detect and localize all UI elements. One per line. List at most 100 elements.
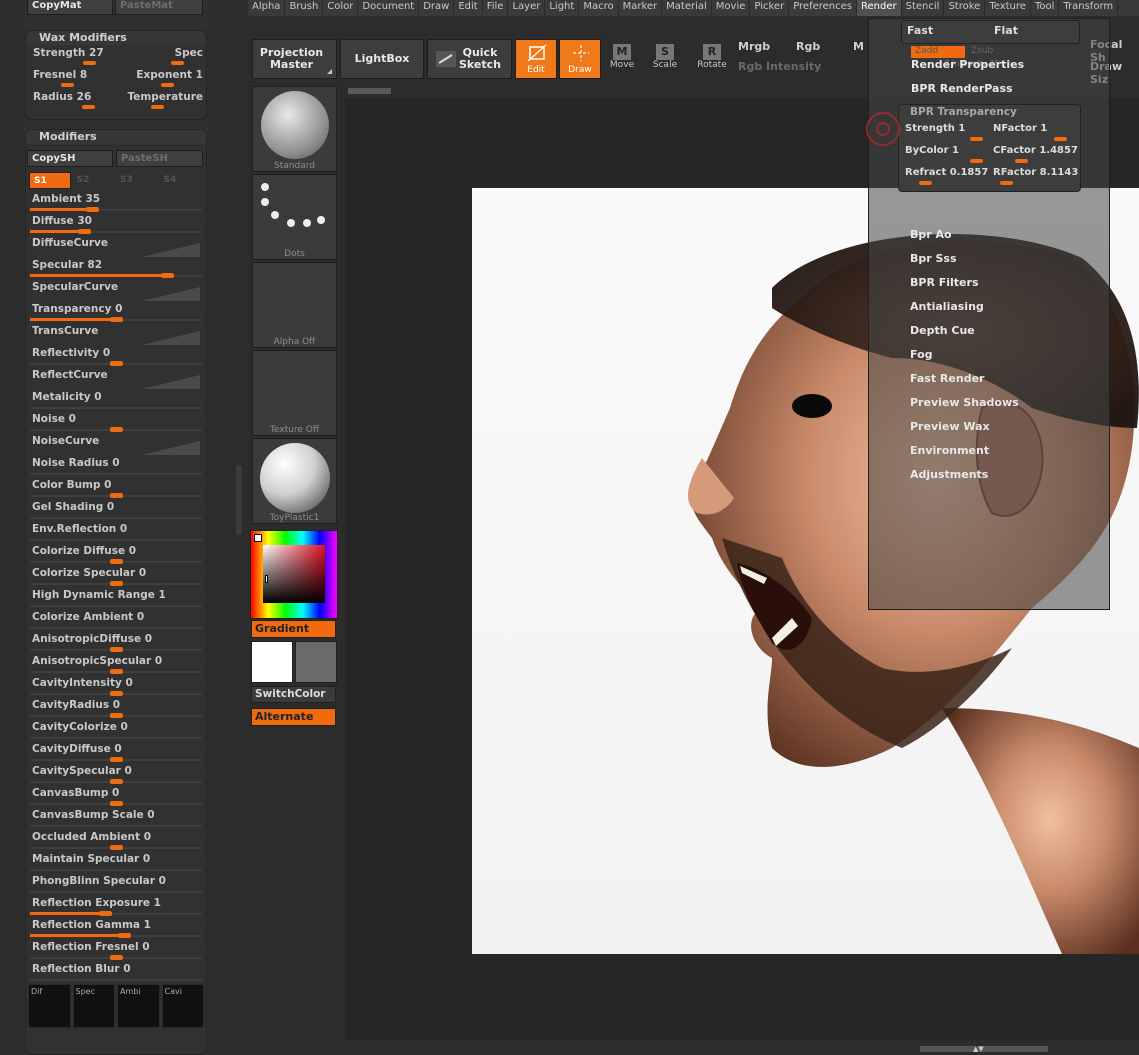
menu-edit[interactable]: Edit xyxy=(454,0,483,16)
render-item-preview-shadows[interactable]: Preview Shadows xyxy=(910,396,1019,409)
fast-button[interactable]: Fast xyxy=(907,24,933,37)
color-square[interactable] xyxy=(263,545,325,603)
modifier-slider[interactable]: CanvasBump 0 xyxy=(30,786,202,808)
slot-s1[interactable]: S1 xyxy=(29,172,71,189)
slider-knob[interactable] xyxy=(110,713,123,718)
menu-render[interactable]: Render xyxy=(857,0,902,16)
quick-sketch-button[interactable]: Quick Sketch xyxy=(427,39,512,79)
render-item-bpr-ao[interactable]: Bpr Ao xyxy=(910,228,952,241)
slot-s3[interactable]: S3 xyxy=(116,172,158,189)
modifier-slider[interactable]: Reflection Blur 0 xyxy=(30,962,202,984)
modifier-slider[interactable]: CanvasBump Scale 0 xyxy=(30,808,202,830)
wax-slider[interactable]: Strength 27 Spec xyxy=(31,45,203,67)
slider-knob[interactable] xyxy=(969,159,983,163)
menu-layer[interactable]: Layer xyxy=(508,0,546,16)
stroke-thumbnail[interactable]: Dots xyxy=(252,174,337,260)
menu-movie[interactable]: Movie xyxy=(712,0,751,16)
modifier-slider[interactable]: Noise 0 xyxy=(30,412,202,434)
bpr-slider[interactable]: Strength 1 xyxy=(905,123,993,143)
bpr-slider[interactable]: Refract 0.1857 xyxy=(905,167,993,187)
rgb-intensity-slider[interactable]: Rgb Intensity xyxy=(738,60,821,73)
slot-s4[interactable]: S4 xyxy=(160,172,202,189)
zsub-button[interactable]: Zsub xyxy=(971,46,993,56)
modifier-slider[interactable]: Reflection Gamma 1 xyxy=(30,918,202,940)
modifier-slider[interactable]: Colorize Ambient 0 xyxy=(30,610,202,632)
bpr-slider[interactable]: NFactor 1 xyxy=(993,123,1081,143)
color-picker[interactable] xyxy=(250,530,338,619)
render-item-bpr-sss[interactable]: Bpr Sss xyxy=(910,252,957,265)
modifier-slider[interactable]: Reflection Exposure 1 xyxy=(30,896,202,918)
modifier-slider[interactable]: Occluded Ambient 0 xyxy=(30,830,202,852)
menu-light[interactable]: Light xyxy=(545,0,580,16)
brush-thumbnail[interactable]: Standard xyxy=(252,86,337,172)
slider-track[interactable] xyxy=(30,737,202,739)
edit-button[interactable]: Edit xyxy=(515,39,557,79)
scale-button[interactable]: S Scale xyxy=(645,44,685,80)
secondary-color-swatch[interactable] xyxy=(295,641,337,683)
modifier-slider[interactable]: CavityIntensity 0 xyxy=(30,676,202,698)
modifier-slider[interactable]: High Dynamic Range 1 xyxy=(30,588,202,610)
render-item-bpr-shadow[interactable]: BPR Shadow xyxy=(910,204,988,217)
slider-knob[interactable] xyxy=(171,61,184,65)
copymat-button[interactable]: CopyMat xyxy=(27,0,113,15)
lightbox-button[interactable]: LightBox xyxy=(340,39,424,79)
render-item-bpr-filters[interactable]: BPR Filters xyxy=(910,276,979,289)
move-button[interactable]: M Move xyxy=(602,44,642,80)
slider-track[interactable] xyxy=(30,627,202,629)
menu-transform[interactable]: Transform xyxy=(1059,0,1119,16)
curve-icon[interactable] xyxy=(142,441,200,455)
gradient-button[interactable]: Gradient xyxy=(251,620,336,638)
modifier-slider[interactable]: Specular 82 xyxy=(30,258,202,280)
menu-color[interactable]: Color xyxy=(323,0,359,16)
bpr-transparency-header[interactable]: BPR Transparency xyxy=(910,106,1017,118)
pastesh-button[interactable]: PasteSH xyxy=(116,150,203,167)
slider-knob[interactable] xyxy=(1054,137,1068,141)
modifier-slider[interactable]: SpecularCurve xyxy=(30,280,202,302)
modifier-slider[interactable]: AnisotropicSpecular 0 xyxy=(30,654,202,676)
menu-document[interactable]: Document xyxy=(358,0,420,16)
slider-knob[interactable] xyxy=(969,137,983,141)
modifier-slider[interactable]: Color Bump 0 xyxy=(30,478,202,500)
alpha-thumbnail[interactable]: Alpha Off xyxy=(252,262,337,348)
slider-knob[interactable] xyxy=(110,779,123,784)
slider-track[interactable] xyxy=(30,517,202,519)
modifier-slider[interactable]: Gel Shading 0 xyxy=(30,500,202,522)
menu-picker[interactable]: Picker xyxy=(750,0,790,16)
menu-stencil[interactable]: Stencil xyxy=(902,0,945,16)
rgb-button[interactable]: Rgb xyxy=(796,40,820,53)
slider-knob[interactable] xyxy=(86,207,99,212)
slider-knob[interactable] xyxy=(110,361,123,366)
render-properties-item[interactable]: Render Properties xyxy=(911,58,1024,71)
slider-knob[interactable] xyxy=(118,933,131,938)
menu-preferences[interactable]: Preferences xyxy=(789,0,858,16)
m-button[interactable]: M xyxy=(853,40,864,53)
slider-knob[interactable] xyxy=(161,273,175,278)
slider-track[interactable] xyxy=(30,539,202,541)
tray-handle[interactable] xyxy=(236,465,242,535)
menu-alpha[interactable]: Alpha xyxy=(248,0,286,16)
modifier-slider[interactable]: PhongBlinn Specular 0 xyxy=(30,874,202,896)
slider-knob[interactable] xyxy=(78,229,91,234)
modifier-slider[interactable]: NoiseCurve xyxy=(30,434,202,456)
slider-knob[interactable] xyxy=(1000,181,1014,185)
modifier-slider[interactable]: Ambient 35 xyxy=(30,192,202,214)
slider-knob[interactable] xyxy=(110,647,123,652)
menu-macro[interactable]: Macro xyxy=(579,0,619,16)
curve-icon[interactable] xyxy=(142,331,200,345)
modifier-slider[interactable]: Metalicity 0 xyxy=(30,390,202,412)
modifier-slider[interactable]: Colorize Diffuse 0 xyxy=(30,544,202,566)
modifier-slider[interactable]: CavityRadius 0 xyxy=(30,698,202,720)
modifier-slider[interactable]: Maintain Specular 0 xyxy=(30,852,202,874)
modifier-slider[interactable]: Colorize Specular 0 xyxy=(30,566,202,588)
slider-knob[interactable] xyxy=(110,845,123,850)
slider-knob[interactable] xyxy=(110,427,123,432)
slider-knob[interactable] xyxy=(110,493,123,498)
menu-marker[interactable]: Marker xyxy=(619,0,663,16)
modifier-slider[interactable]: CavityColorize 0 xyxy=(30,720,202,742)
pastemat-button[interactable]: PasteMat xyxy=(115,0,203,15)
render-item-fog[interactable]: Fog xyxy=(910,348,933,361)
copysh-button[interactable]: CopySH xyxy=(27,150,113,167)
modifier-slider[interactable]: Env.Reflection 0 xyxy=(30,522,202,544)
render-item-depth-cue[interactable]: Depth Cue xyxy=(910,324,975,337)
wax-slider[interactable]: Radius 26 Temperature xyxy=(31,89,203,111)
